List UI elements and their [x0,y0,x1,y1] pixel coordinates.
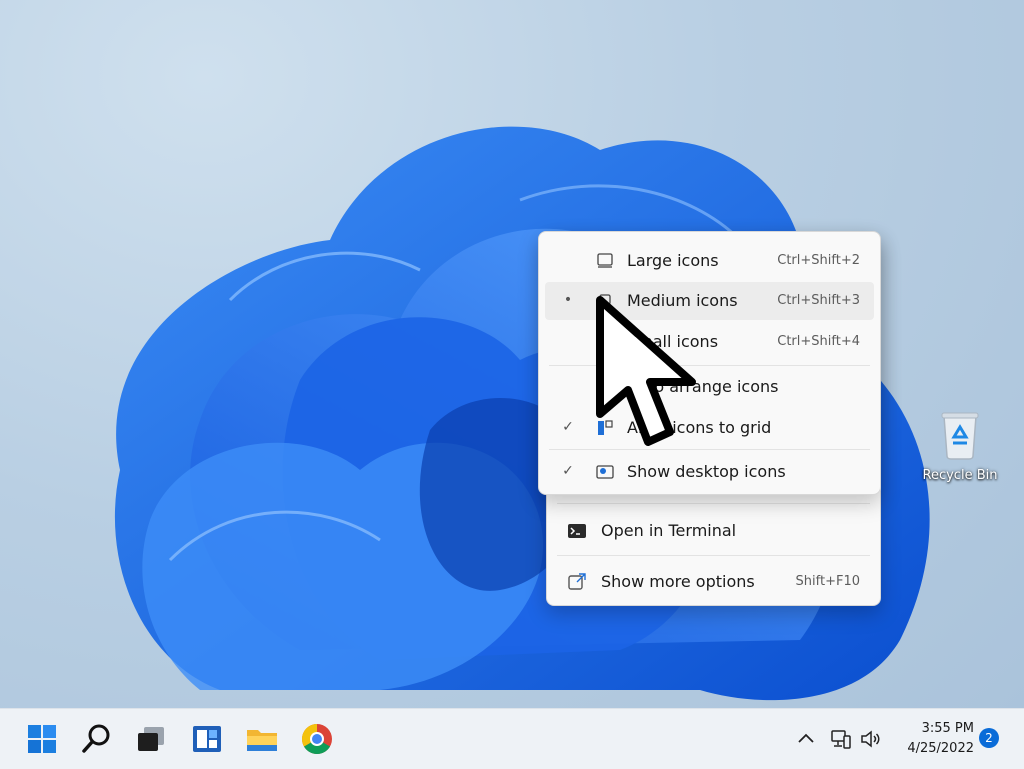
menu-separator [557,503,870,504]
medium-icons-item[interactable]: • Medium icons Ctrl+Shift+3 [545,282,874,320]
menu-separator [557,555,870,556]
system-clock[interactable]: 3:55 PM 4/25/2022 [898,719,974,759]
large-icons-label: Large icons [627,251,719,270]
align-icons-to-grid-item[interactable]: ✓ Align icons to grid [545,409,874,447]
open-in-terminal-label: Open in Terminal [601,521,737,540]
recycle-bin-label: Recycle Bin [922,468,998,483]
large-icons-shortcut: Ctrl+Shift+2 [777,253,860,268]
recycle-bin-shortcut[interactable]: Recycle Bin [916,410,1004,483]
volume-icon[interactable] [859,727,883,751]
open-in-terminal-item[interactable]: Open in Terminal [553,512,874,550]
widgets-icon[interactable] [189,721,225,757]
small-icons-item[interactable]: Small icons Ctrl+Shift+4 [545,323,874,361]
radio-mark: • [563,292,573,308]
chevron-up-icon[interactable] [795,727,817,751]
large-icons-item[interactable]: Large icons Ctrl+Shift+2 [545,242,874,280]
auto-arrange-icons-item[interactable]: Auto arrange icons [545,368,874,406]
show-desktop-icons-item[interactable]: ✓ Show desktop icons [545,453,874,491]
clock-date: 4/25/2022 [907,741,974,756]
mouse-pointer-icon [596,296,696,446]
show-more-options-shortcut: Shift+F10 [795,574,860,589]
check-mark: ✓ [562,463,574,479]
show-more-options-label: Show more options [601,572,755,591]
start-icon[interactable] [24,721,60,757]
recycle-bin-icon [941,412,979,460]
show-desktop-icons-label: Show desktop icons [627,462,786,481]
terminal-icon [568,524,586,538]
medium-icons-shortcut: Ctrl+Shift+3 [777,293,860,308]
show-more-options-item[interactable]: Show more options Shift+F10 [553,563,874,601]
chrome-icon[interactable] [299,721,335,757]
file-explorer-icon[interactable] [244,721,280,757]
search-icon[interactable] [79,721,115,757]
task-view-icon[interactable] [134,721,170,757]
notification-badge[interactable]: 2 [979,728,999,748]
show-desktop-icons-icon [596,465,614,479]
view-submenu: Large icons Ctrl+Shift+2 • Medium icons … [538,231,881,495]
taskbar: 3:55 PM 4/25/2022 2 [0,708,1024,769]
clock-time: 3:55 PM [921,721,974,736]
check-mark: ✓ [562,419,574,435]
external-open-icon [568,573,586,590]
network-icon[interactable] [829,727,853,751]
large-icons-icon [597,253,613,268]
small-icons-shortcut: Ctrl+Shift+4 [777,334,860,349]
